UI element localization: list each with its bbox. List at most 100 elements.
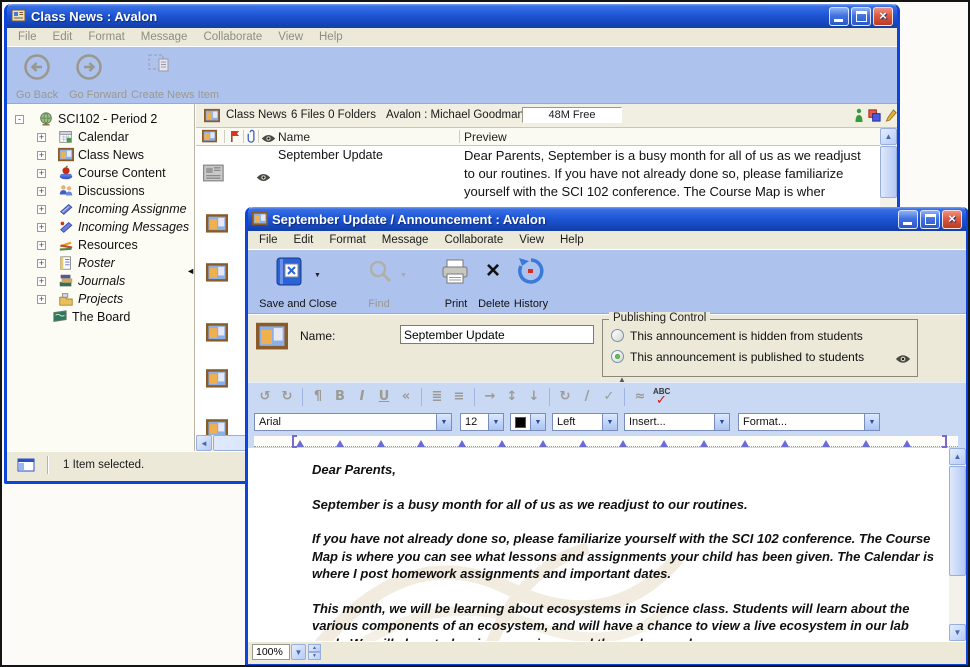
scroll-thumb[interactable] bbox=[880, 146, 897, 198]
announcement-item-icon[interactable] bbox=[206, 262, 228, 289]
format-select[interactable]: Format... ▼ bbox=[738, 413, 880, 431]
bullet-list-icon[interactable]: ≡ bbox=[448, 386, 470, 408]
italic-icon[interactable]: I bbox=[351, 386, 373, 408]
tree-item-the-board[interactable]: The Board bbox=[7, 308, 194, 326]
ruler-tab-marker[interactable] bbox=[903, 440, 911, 447]
pane-splitter-icon[interactable]: ▲ bbox=[618, 375, 626, 384]
ruler-tab-marker[interactable] bbox=[822, 440, 830, 447]
menu-collaborate[interactable]: Collaborate bbox=[195, 29, 270, 45]
message-text[interactable]: Dear Parents, September is a busy month … bbox=[312, 461, 942, 641]
ruler-tab-marker[interactable] bbox=[781, 440, 789, 447]
expand-box-icon[interactable]: + bbox=[37, 133, 46, 142]
menu-help[interactable]: Help bbox=[311, 29, 351, 45]
message-body[interactable]: Dear Parents, September is a busy month … bbox=[248, 448, 966, 641]
print-button[interactable] bbox=[440, 258, 470, 286]
expand-box-icon[interactable]: + bbox=[37, 169, 46, 178]
underline-icon[interactable]: U bbox=[373, 386, 395, 408]
tree-item-roster[interactable]: + Roster bbox=[7, 254, 194, 272]
list-row-september-update[interactable]: September Update Dear Parents, September… bbox=[196, 146, 880, 212]
preview-column-header[interactable]: Preview bbox=[464, 130, 507, 144]
scroll-up-button[interactable]: ▲ bbox=[949, 448, 966, 465]
tree-item-journals[interactable]: + Journals bbox=[7, 272, 194, 290]
menu-help[interactable]: Help bbox=[552, 232, 592, 248]
tree-root-sci102[interactable]: - SCI102 - Period 2 bbox=[7, 110, 194, 128]
go-forward-button[interactable] bbox=[75, 53, 103, 81]
hidden-option-label[interactable]: This announcement is hidden from student… bbox=[630, 329, 863, 343]
name-input[interactable] bbox=[400, 325, 594, 344]
bold-icon[interactable]: B bbox=[329, 386, 351, 408]
font-select[interactable]: Arial ▼ bbox=[254, 413, 452, 431]
expand-box-icon[interactable]: + bbox=[37, 205, 46, 214]
save-and-close-button[interactable] bbox=[274, 256, 308, 288]
name-column-header[interactable]: Name bbox=[278, 130, 310, 144]
pane-collapse-icon[interactable]: ◄ bbox=[186, 267, 195, 276]
history-button[interactable] bbox=[516, 256, 546, 286]
announcement-item-icon[interactable] bbox=[206, 368, 228, 395]
published-radio[interactable] bbox=[611, 350, 624, 363]
maximize-button[interactable] bbox=[920, 210, 940, 229]
ruler[interactable] bbox=[248, 435, 966, 448]
dialog-titlebar[interactable]: September Update / Announcement : Avalon… bbox=[248, 207, 966, 231]
alignment-select[interactable]: Left ▼ bbox=[552, 413, 618, 431]
expand-box-icon[interactable]: + bbox=[37, 259, 46, 268]
ruler-tab-marker[interactable] bbox=[660, 440, 668, 447]
menu-edit[interactable]: Edit bbox=[45, 29, 81, 45]
ruler-tab-marker[interactable] bbox=[417, 440, 425, 447]
announcement-item-icon[interactable] bbox=[206, 418, 228, 435]
hidden-radio[interactable] bbox=[611, 329, 624, 342]
item-type-column-icon[interactable] bbox=[202, 129, 217, 147]
ruler-tab-marker[interactable] bbox=[619, 440, 627, 447]
published-column-eye-icon[interactable] bbox=[261, 132, 276, 146]
ruler-tab-marker[interactable] bbox=[296, 440, 304, 447]
ruler-tab-marker[interactable] bbox=[498, 440, 506, 447]
attachment-column-icon[interactable] bbox=[247, 129, 257, 147]
squiggle-icon[interactable]: ≈ bbox=[629, 386, 651, 408]
scroll-thumb[interactable] bbox=[949, 466, 966, 576]
ruler-tab-marker[interactable] bbox=[579, 440, 587, 447]
show-paragraph-icon[interactable]: ¶ bbox=[307, 386, 329, 408]
minimize-button[interactable] bbox=[898, 210, 918, 229]
menu-file[interactable]: File bbox=[251, 232, 286, 248]
tree-item-class-news[interactable]: + Class News bbox=[7, 146, 194, 164]
flag-column-icon[interactable] bbox=[230, 130, 241, 146]
menu-view[interactable]: View bbox=[270, 29, 311, 45]
right-margin-marker[interactable] bbox=[942, 435, 947, 448]
zoom-stepper[interactable]: ▲ ▼ bbox=[308, 644, 321, 660]
tree-item-discussions[interactable]: + Discussions bbox=[7, 182, 194, 200]
ruler-tab-marker[interactable] bbox=[700, 440, 708, 447]
scroll-left-button[interactable]: ◄ bbox=[196, 435, 212, 451]
zoom-level-field[interactable]: 100% bbox=[252, 644, 290, 660]
ruler-tab-marker[interactable] bbox=[741, 440, 749, 447]
delete-button[interactable]: × bbox=[480, 256, 506, 286]
spin-down-icon[interactable]: ▼ bbox=[308, 652, 321, 660]
tree-item-projects[interactable]: + Projects bbox=[7, 290, 194, 308]
tree-item-incoming-messages[interactable]: + Incoming Messages bbox=[7, 218, 194, 236]
body-vertical-scrollbar[interactable]: ▲ ▼ bbox=[949, 448, 966, 641]
redo-icon[interactable]: ↻ bbox=[276, 386, 298, 408]
expand-box-icon[interactable]: + bbox=[37, 187, 46, 196]
window-panes-icon[interactable] bbox=[17, 457, 35, 478]
menu-file[interactable]: File bbox=[10, 29, 45, 45]
accept-edit-icon[interactable]: ✓ bbox=[598, 386, 620, 408]
expand-box-icon[interactable]: + bbox=[37, 295, 46, 304]
expand-box-icon[interactable]: + bbox=[37, 223, 46, 232]
save-options-caret-icon[interactable]: ▼ bbox=[314, 272, 321, 279]
main-titlebar[interactable]: Class News : Avalon × bbox=[7, 4, 897, 28]
rotate-icon[interactable]: ↻ bbox=[554, 386, 576, 408]
draw-icon[interactable]: / bbox=[576, 386, 598, 408]
published-option-label[interactable]: This announcement is published to studen… bbox=[630, 350, 864, 364]
spell-check-icon[interactable]: ABC ✓ bbox=[651, 386, 675, 408]
expand-box-icon[interactable]: + bbox=[37, 277, 46, 286]
close-button[interactable]: × bbox=[942, 210, 962, 229]
find-button[interactable] bbox=[366, 258, 394, 286]
minimize-button[interactable] bbox=[829, 7, 849, 26]
menu-collaborate[interactable]: Collaborate bbox=[436, 232, 511, 248]
spin-up-icon[interactable]: ▲ bbox=[308, 644, 321, 652]
expand-box-icon[interactable]: + bbox=[37, 241, 46, 250]
create-news-item-button[interactable] bbox=[147, 51, 173, 77]
menu-message[interactable]: Message bbox=[374, 232, 437, 248]
edit-pencil-icon[interactable] bbox=[885, 108, 898, 126]
online-user-icon[interactable] bbox=[854, 108, 864, 127]
ruler-tab-marker[interactable] bbox=[336, 440, 344, 447]
announcement-item-icon[interactable] bbox=[206, 322, 228, 349]
